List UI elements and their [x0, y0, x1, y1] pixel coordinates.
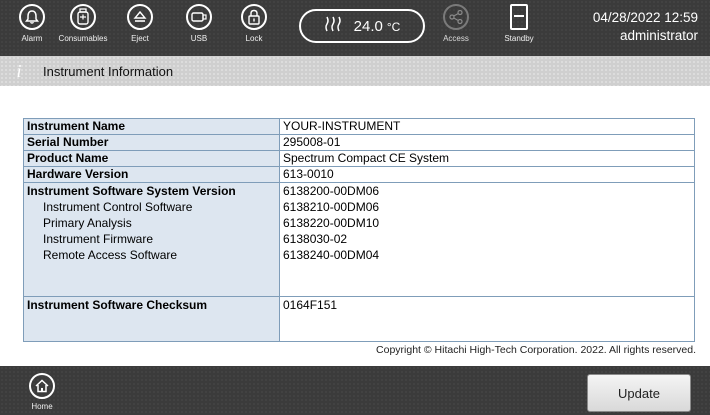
table-row: Serial Number 295008-01	[23, 134, 695, 151]
sub-item-value: 6138210-00DM06	[283, 200, 380, 214]
update-button[interactable]: Update	[587, 374, 691, 412]
eject-button[interactable]: Eject	[118, 4, 162, 52]
lock-label: Lock	[245, 34, 263, 43]
checksum-value-cell: 0164F151	[279, 296, 695, 342]
copyright-text: Copyright © Hitachi High-Tech Corporatio…	[376, 344, 696, 356]
standby-label: Standby	[504, 34, 534, 43]
consumables-button[interactable]: Consumables	[58, 4, 108, 52]
row-label: Instrument Name	[23, 118, 280, 135]
lock-icon	[241, 4, 267, 30]
sub-item-label: Remote Access Software	[43, 248, 178, 262]
home-icon	[29, 373, 55, 399]
sub-item-label: Primary Analysis	[43, 216, 132, 230]
eject-label: Eject	[131, 34, 149, 43]
table-row: Product Name Spectrum Compact CE System	[23, 150, 695, 167]
home-label: Home	[31, 402, 53, 411]
eject-icon	[127, 4, 153, 30]
alarm-label: Alarm	[21, 34, 43, 43]
heat-icon	[324, 15, 342, 38]
usb-label: USB	[190, 34, 208, 43]
sub-item-value: 6138030-02	[283, 232, 348, 246]
info-icon: i	[16, 60, 22, 81]
row-value: 613-0010	[279, 166, 695, 183]
page-title: Instrument Information	[43, 63, 174, 79]
software-system-value: 6138200-00DM06	[283, 184, 380, 198]
row-value: 295008-01	[279, 134, 695, 151]
page-header: i Instrument Information	[0, 56, 710, 86]
checksum-row: Instrument Software Checksum 0164F151	[23, 296, 695, 342]
software-system-label: Instrument Software System Version	[27, 184, 236, 198]
standby-button[interactable]: Standby	[497, 4, 541, 52]
temperature-value: 24.0 °C	[353, 17, 401, 35]
usb-icon	[186, 4, 212, 30]
row-label: Serial Number	[23, 134, 280, 151]
sub-item-label: Instrument Firmware	[43, 232, 154, 246]
consumables-label: Consumables	[58, 34, 108, 43]
home-button[interactable]: Home	[24, 373, 60, 415]
datetime-display: 04/28/2022 12:59	[592, 10, 698, 25]
share-icon	[443, 4, 469, 30]
access-label: Access	[443, 34, 469, 43]
lock-button[interactable]: Lock	[232, 4, 276, 52]
row-value: YOUR-INSTRUMENT	[279, 118, 695, 135]
checksum-label: Instrument Software Checksum	[27, 298, 208, 312]
alarm-icon	[19, 4, 45, 30]
checksum-value: 0164F151	[283, 298, 338, 312]
sub-item-value: 6138240-00DM04	[283, 248, 380, 262]
software-label-cell: Instrument Software System Version Instr…	[23, 182, 280, 297]
usb-button[interactable]: USB	[177, 4, 221, 52]
checksum-label-cell: Instrument Software Checksum	[23, 296, 280, 342]
current-user: administrator	[619, 28, 698, 43]
top-toolbar: Alarm Consumables Eject USB Lock 24.0°C	[0, 0, 710, 56]
bottom-toolbar: Home Update	[0, 366, 710, 415]
consumables-icon	[70, 4, 96, 30]
temperature-unit: °C	[386, 19, 401, 34]
software-value-cell: 6138200-00DM06 6138210-00DM06 6138220-00…	[279, 182, 695, 297]
row-label: Hardware Version	[23, 166, 280, 183]
sub-item-value: 6138220-00DM10	[283, 216, 380, 230]
instrument-info-table: Instrument Name YOUR-INSTRUMENT Serial N…	[23, 118, 695, 342]
alarm-button[interactable]: Alarm	[10, 4, 54, 52]
temperature-display[interactable]: 24.0 °C	[299, 9, 425, 43]
sub-item-label: Instrument Control Software	[43, 200, 193, 214]
access-button[interactable]: Access	[434, 4, 478, 52]
table-row: Hardware Version 613-0010	[23, 166, 695, 183]
row-label: Product Name	[23, 150, 280, 167]
row-value: Spectrum Compact CE System	[279, 150, 695, 167]
table-row: Instrument Name YOUR-INSTRUMENT	[23, 118, 695, 135]
standby-icon	[510, 4, 528, 30]
software-version-row: Instrument Software System Version Instr…	[23, 182, 695, 297]
status-area: 04/28/2022 12:59 administrator	[593, 9, 698, 45]
